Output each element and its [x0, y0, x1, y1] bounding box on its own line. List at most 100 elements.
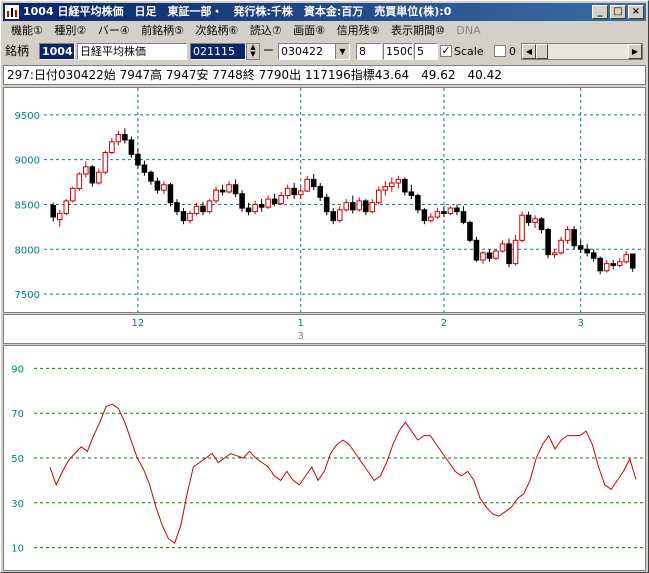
end-date-select[interactable]: 030422 ▼ — [278, 43, 350, 60]
minimize-button[interactable]: _ — [592, 5, 608, 19]
title-bar[interactable]: 1004 日経平均株価 日足 東証一部・ 発行株:千株 資本金:百万 売買単位(… — [3, 3, 646, 21]
candle-up — [395, 178, 402, 184]
candle-down — [460, 211, 467, 223]
indicator-chart: 90 70 50 30 10 — [11, 364, 645, 555]
candle-up — [226, 184, 232, 193]
candle-up — [109, 141, 115, 154]
window-title: 1004 日経平均株価 日足 東証一部・ 発行株:千株 資本金:百万 売買単位(… — [23, 5, 452, 18]
candle-down — [239, 193, 245, 209]
menu-bar-type[interactable]: バー④ — [98, 24, 130, 37]
candle-down — [441, 211, 447, 214]
menu-display-period[interactable]: 表示期間⑩ — [391, 24, 445, 37]
start-date-stepper[interactable]: ▲ ▼ — [246, 43, 260, 60]
indicator-panel: 90 70 50 30 10 — [3, 345, 646, 571]
param1-input[interactable]: 8 — [356, 43, 382, 60]
candle-down — [363, 200, 369, 213]
candle-up — [284, 187, 291, 197]
menu-prev-stock[interactable]: 前銘柄⑤ — [141, 24, 184, 37]
candle-down — [421, 209, 428, 222]
candle-down — [467, 221, 473, 241]
chevron-down-icon[interactable]: ▼ — [335, 44, 349, 59]
close-button[interactable]: × — [628, 5, 644, 19]
param3-input[interactable]: 5 — [414, 43, 438, 60]
menu-bar: 機能① 種別② バー④ 前銘柄⑤ 次銘柄⑥ 読込⑦ 画面⑧ 信用残⑨ 表示期間⑩… — [3, 22, 646, 40]
candle-down — [128, 139, 135, 155]
candle-down — [473, 239, 480, 261]
candle-up — [83, 166, 89, 175]
start-date-input[interactable]: 021115 — [190, 43, 246, 60]
candle-down — [317, 186, 323, 198]
zero-checkbox[interactable] — [494, 45, 506, 57]
candle-down — [180, 211, 187, 222]
candle-up — [96, 171, 102, 184]
maximize-button[interactable]: □ — [610, 5, 626, 19]
candle-down — [174, 202, 180, 213]
candle-up — [551, 252, 558, 256]
candle-down — [571, 229, 577, 247]
candle-up — [623, 254, 630, 263]
indicator-tick-label: 30 — [11, 499, 24, 510]
candle-up — [336, 209, 343, 222]
main-window: 1004 日経平均株価 日足 東証一部・ 発行株:千株 資本金:百万 売買単位(… — [0, 0, 649, 573]
candle-down — [454, 207, 460, 213]
candle-down — [50, 204, 57, 218]
candle-up — [76, 173, 83, 189]
menu-load[interactable]: 読込⑦ — [250, 24, 282, 37]
price-tick-label: 7500 — [15, 290, 40, 301]
zero-label: 0 — [509, 45, 516, 58]
candle-up — [252, 203, 258, 213]
price-tick-label: 9000 — [15, 156, 40, 167]
date-tick-label: 3 — [577, 318, 583, 329]
candle-up — [499, 243, 506, 252]
horizontal-scrollbar[interactable]: ◀ ▶ — [521, 43, 643, 60]
price-tick-label: 8000 — [15, 245, 40, 256]
candle-down — [486, 252, 493, 259]
menu-screen[interactable]: 画面⑧ — [293, 24, 325, 37]
candle-up — [63, 200, 70, 214]
candle-down — [167, 184, 174, 204]
price-tick-label: 8500 — [15, 200, 40, 211]
candle-down — [200, 205, 206, 213]
candle-up — [389, 182, 395, 188]
candle-up — [616, 261, 623, 266]
menu-type[interactable]: 種別② — [54, 24, 86, 37]
indicator-tick-label: 70 — [11, 409, 24, 420]
scale-checkbox[interactable]: ✓ — [440, 45, 452, 57]
scroll-left-icon[interactable]: ◀ — [522, 44, 536, 59]
date-axis-panel: 1212343 — [3, 314, 646, 344]
candle-up — [369, 202, 376, 213]
candle-up — [376, 189, 382, 204]
candle-up — [447, 207, 454, 214]
menu-next-stock[interactable]: 次銘柄⑥ — [196, 24, 239, 37]
candle-up — [304, 178, 310, 192]
end-date-value: 030422 — [281, 45, 323, 58]
date-range-dash: ー — [263, 44, 274, 57]
candlestick-panel: 9500 9000 8500 8000 7500 — [3, 87, 646, 313]
candle-down — [135, 153, 141, 166]
scroll-thumb[interactable] — [536, 44, 548, 59]
param2-input[interactable]: 1500 — [383, 43, 413, 60]
menu-function[interactable]: 機能① — [11, 24, 43, 37]
candle-up — [193, 205, 200, 214]
menu-dna: DNA — [456, 24, 481, 37]
candle-up — [161, 184, 167, 191]
candle-up — [480, 252, 486, 261]
scroll-right-icon[interactable]: ▶ — [628, 44, 642, 59]
date-tick-label: 1 — [297, 318, 303, 329]
candle-down — [629, 253, 636, 269]
candle-down — [590, 252, 597, 259]
menu-margin[interactable]: 信用残⑨ — [337, 24, 380, 37]
candle-up — [206, 200, 213, 213]
candle-up — [356, 200, 363, 211]
candle-down — [525, 214, 532, 223]
candle-down — [323, 196, 330, 213]
date-tick-label: 12 — [132, 318, 145, 329]
candle-down — [584, 248, 590, 254]
stock-code-input[interactable]: 1004 — [39, 43, 75, 60]
candle-up — [532, 218, 538, 223]
candle-up — [278, 195, 284, 205]
toolbar: 銘柄 1004 日経平均株価 021115 ▲ ▼ ー 030422 ▼ 8 15… — [3, 41, 646, 63]
candle-up — [187, 212, 193, 222]
candle-down — [291, 187, 297, 196]
stock-name-input[interactable]: 日経平均株価 — [77, 43, 187, 60]
